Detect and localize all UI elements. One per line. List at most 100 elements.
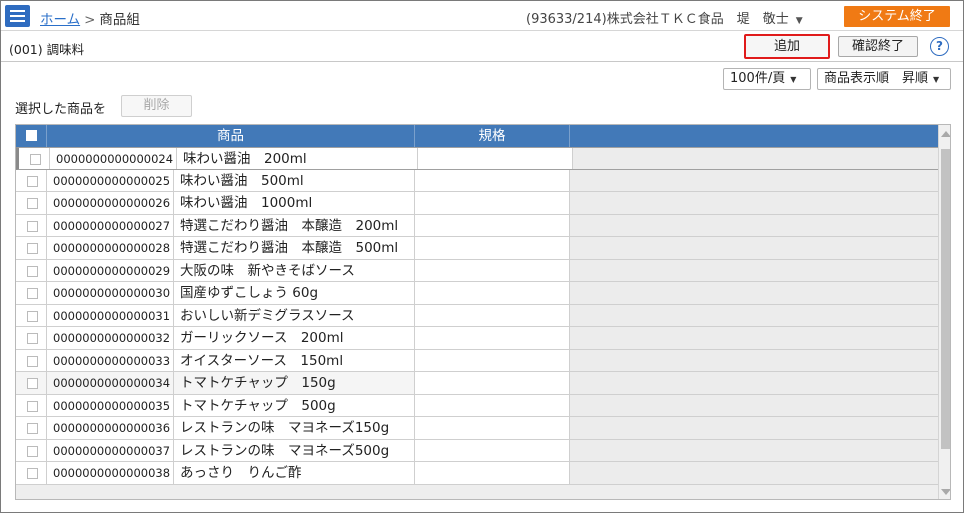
product-code: 0000000000000028: [47, 237, 174, 259]
product-code: 0000000000000035: [47, 394, 174, 416]
row-checkbox[interactable]: [16, 372, 47, 394]
add-button[interactable]: 追加: [744, 34, 830, 59]
table-row[interactable]: 0000000000000029 大阪の味 新やきそばソース: [16, 259, 938, 282]
table-row[interactable]: 0000000000000024 味わい醤油 200ml: [16, 147, 941, 170]
product-spec: [415, 439, 570, 461]
product-code: 0000000000000030: [47, 282, 174, 304]
table-row[interactable]: 0000000000000033 オイスターソース 150ml: [16, 349, 938, 372]
scroll-up-icon[interactable]: [941, 131, 950, 137]
empty-cell: [570, 372, 938, 394]
product-code: 0000000000000032: [47, 327, 174, 349]
sort-order-value: 商品表示順 昇順: [824, 71, 929, 86]
row-checkbox[interactable]: [16, 462, 47, 484]
system-exit-button[interactable]: システム終了: [844, 6, 950, 27]
table-body: 0000000000000024 味わい醤油 200ml 0000000000000…: [16, 147, 941, 485]
column-header-spec[interactable]: 規格: [415, 125, 570, 147]
table-row[interactable]: 0000000000000026 味わい醤油 1000ml: [16, 192, 938, 215]
help-icon[interactable]: ?: [930, 37, 949, 56]
per-page-value: 100件/頁: [730, 71, 786, 86]
row-checkbox[interactable]: [16, 394, 47, 416]
product-spec: [415, 169, 570, 191]
product-name: 味わい醤油 500ml: [174, 169, 415, 191]
product-code: 0000000000000029: [47, 259, 174, 281]
product-spec: [415, 259, 570, 281]
select-all-checkbox[interactable]: [16, 125, 47, 147]
table-row[interactable]: 0000000000000030 国産ゆずこしょう 60g: [16, 282, 938, 305]
vertical-scrollbar[interactable]: [938, 125, 950, 499]
row-checkbox[interactable]: [16, 169, 47, 191]
row-checkbox[interactable]: [16, 349, 47, 371]
product-spec: [415, 417, 570, 439]
breadcrumb-home-link[interactable]: ホーム: [40, 12, 80, 28]
table-row[interactable]: 0000000000000027 特選こだわり醤油 本醸造 200ml: [16, 214, 938, 237]
product-code: 0000000000000026: [47, 192, 174, 214]
row-checkbox[interactable]: [16, 327, 47, 349]
empty-cell: [570, 327, 938, 349]
product-spec: [415, 349, 570, 371]
table-row[interactable]: 0000000000000034 トマトケチャップ 150g: [16, 372, 938, 395]
table-row[interactable]: 0000000000000025 味わい醤油 500ml: [16, 169, 938, 192]
row-checkbox[interactable]: [16, 214, 47, 236]
selected-items-label: 選択した商品を: [15, 102, 107, 117]
product-name: 大阪の味 新やきそばソース: [174, 259, 415, 281]
row-checkbox[interactable]: [19, 148, 50, 169]
empty-cell: [570, 192, 938, 214]
row-checkbox[interactable]: [16, 192, 47, 214]
product-code: 0000000000000034: [47, 372, 174, 394]
empty-cell: [570, 439, 938, 461]
breadcrumb-separator: >: [84, 12, 96, 28]
column-header-empty: [570, 125, 938, 147]
row-checkbox[interactable]: [16, 417, 47, 439]
empty-cell: [570, 214, 938, 236]
delete-button[interactable]: 削除: [121, 95, 192, 117]
table-row[interactable]: 0000000000000036 レストランの味 マヨネーズ150g: [16, 417, 938, 440]
empty-cell: [570, 349, 938, 371]
product-code: 0000000000000033: [47, 349, 174, 371]
product-name: 特選こだわり醤油 本醸造 200ml: [174, 214, 415, 236]
row-checkbox[interactable]: [16, 237, 47, 259]
product-spec: [415, 237, 570, 259]
user-menu[interactable]: (93633/214)株式会社ＴＫＣ食品 堤 敬士 ▼: [526, 8, 803, 27]
sort-order-select[interactable]: 商品表示順 昇順 ▼: [817, 68, 951, 90]
app-window: ホーム > 商品組 (93633/214)株式会社ＴＫＣ食品 堤 敬士 ▼ システム終…: [0, 0, 964, 513]
table-row[interactable]: 0000000000000038 あっさり りんご酢: [16, 462, 938, 485]
chevron-down-icon: ▼: [795, 16, 803, 26]
row-checkbox[interactable]: [16, 259, 47, 281]
product-spec: [415, 462, 570, 484]
product-code: 0000000000000025: [47, 169, 174, 191]
row-checkbox[interactable]: [16, 282, 47, 304]
product-name: 特選こだわり醤油 本醸造 500ml: [174, 237, 415, 259]
scrollbar-thumb[interactable]: [941, 149, 950, 449]
scroll-down-icon[interactable]: [941, 489, 950, 495]
row-checkbox[interactable]: [16, 439, 47, 461]
product-name: レストランの味 マヨネーズ500g: [174, 439, 415, 461]
user-info-label: (93633/214)株式会社ＴＫＣ食品 堤 敬士: [526, 12, 789, 27]
product-spec: [415, 372, 570, 394]
sub-header: (001) 調味料 追加 確認終了 ?: [1, 31, 963, 62]
row-checkbox[interactable]: [16, 304, 47, 326]
product-spec: [415, 327, 570, 349]
table-row[interactable]: 0000000000000037 レストランの味 マヨネーズ500g: [16, 439, 938, 462]
empty-cell: [570, 237, 938, 259]
chevron-down-icon: ▼: [933, 75, 940, 84]
product-code: 0000000000000031: [47, 304, 174, 326]
empty-cell: [570, 417, 938, 439]
table-row[interactable]: 0000000000000032 ガーリックソース 200ml: [16, 327, 938, 350]
table-row[interactable]: 0000000000000028 特選こだわり醤油 本醸造 500ml: [16, 237, 938, 260]
per-page-select[interactable]: 100件/頁 ▼: [723, 68, 811, 90]
table-row[interactable]: 0000000000000035 トマトケチャップ 500g: [16, 394, 938, 417]
confirm-finish-button[interactable]: 確認終了: [838, 36, 918, 57]
product-name: オイスターソース 150ml: [174, 349, 415, 371]
breadcrumb: ホーム > 商品組: [40, 8, 140, 28]
product-table: 商品 規格 0000000000000024 味わい醤油 200ml 0000000…: [15, 124, 951, 500]
product-spec: [415, 192, 570, 214]
hamburger-menu-icon[interactable]: [5, 5, 30, 27]
product-code: 0000000000000037: [47, 439, 174, 461]
product-name: トマトケチャップ 500g: [174, 394, 415, 416]
table-header: 商品 規格: [16, 125, 950, 147]
product-code: 0000000000000036: [47, 417, 174, 439]
empty-cell: [570, 259, 938, 281]
empty-cell: [570, 169, 938, 191]
column-header-product[interactable]: 商品: [47, 125, 415, 147]
table-row[interactable]: 0000000000000031 おいしい新デミグラスソース: [16, 304, 938, 327]
